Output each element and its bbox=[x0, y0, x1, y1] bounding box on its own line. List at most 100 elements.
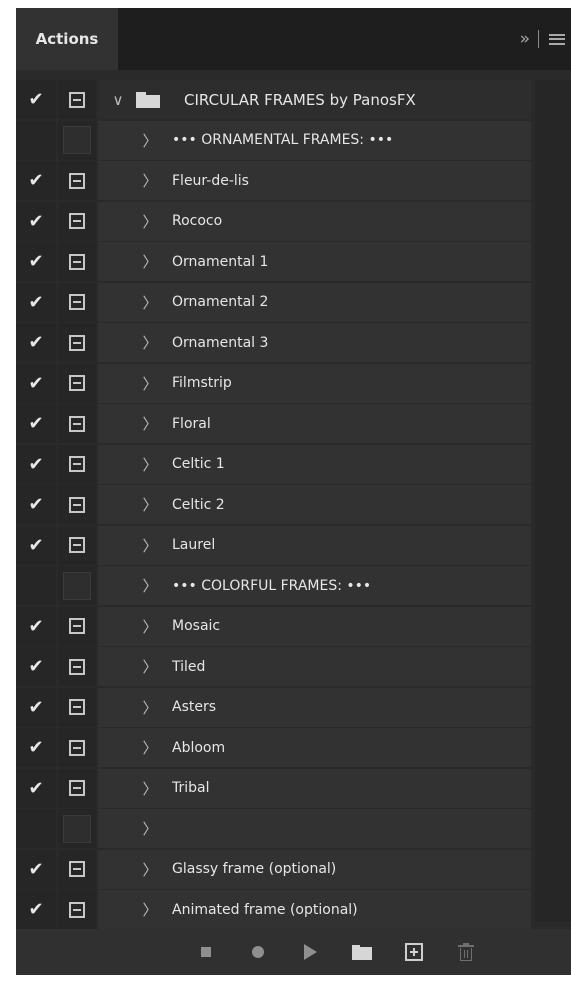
toggle-item-column[interactable]: ✔ bbox=[16, 728, 56, 767]
dialog-toggle-icon[interactable] bbox=[69, 294, 85, 310]
chevron-right-icon[interactable]: 〉 bbox=[140, 607, 160, 646]
checkmark-icon[interactable]: ✔ bbox=[28, 656, 43, 677]
dialog-toggle-icon[interactable] bbox=[69, 456, 85, 472]
chevron-right-icon[interactable]: 〉 bbox=[140, 688, 160, 727]
checkmark-icon[interactable]: ✔ bbox=[28, 373, 43, 394]
action-row[interactable]: ✔ 〉 Ornamental 3 bbox=[16, 323, 531, 364]
chevron-right-icon[interactable]: 〉 bbox=[140, 728, 160, 767]
toggle-dialog-column[interactable] bbox=[58, 282, 96, 322]
empty-dialog-toggle[interactable] bbox=[63, 126, 91, 154]
action-row[interactable]: ✔ 〉 Mosaic bbox=[16, 606, 531, 648]
action-row[interactable]: ✔ 〉 Tiled bbox=[16, 647, 531, 688]
toggle-item-column[interactable]: ✔ bbox=[16, 485, 56, 524]
toggle-item-column[interactable]: ✔ bbox=[16, 687, 56, 727]
toggle-item-column[interactable]: ✔ bbox=[16, 849, 56, 889]
toggle-dialog-column[interactable] bbox=[58, 363, 96, 403]
checkmark-icon[interactable]: ✔ bbox=[28, 494, 43, 515]
dialog-toggle-icon[interactable] bbox=[69, 496, 85, 513]
tab-actions[interactable]: Actions bbox=[16, 8, 118, 70]
action-set-cell[interactable]: ∨ CIRCULAR FRAMES by PanosFX bbox=[98, 80, 531, 119]
toggle-dialog-column[interactable] bbox=[58, 606, 96, 646]
action-cell[interactable]: 〉 Animated frame (optional) bbox=[98, 890, 531, 929]
action-cell[interactable]: 〉 Ornamental 3 bbox=[98, 323, 531, 362]
action-row[interactable]: ✔ 〉 Fleur-de-lis bbox=[16, 161, 531, 202]
action-row[interactable]: ✔ 〉 Floral bbox=[16, 404, 531, 445]
dialog-toggle-icon[interactable] bbox=[69, 861, 85, 877]
toggle-item-column[interactable]: ✔ bbox=[16, 525, 56, 565]
action-row[interactable]: 〉 bbox=[16, 809, 531, 850]
create-new-set-button[interactable] bbox=[350, 940, 374, 964]
toggle-dialog-column[interactable] bbox=[58, 80, 96, 119]
checkmark-icon[interactable]: ✔ bbox=[28, 413, 43, 434]
dialog-toggle-icon[interactable] bbox=[69, 618, 85, 634]
checkmark-icon[interactable]: ✔ bbox=[28, 454, 43, 475]
begin-recording-button[interactable] bbox=[246, 940, 270, 964]
toggle-item-column[interactable]: ✔ bbox=[16, 242, 56, 281]
action-cell[interactable]: 〉 bbox=[98, 809, 531, 848]
toggle-item-column[interactable]: ✔ bbox=[16, 282, 56, 322]
action-row[interactable]: ✔ 〉 Filmstrip bbox=[16, 363, 531, 405]
dialog-toggle-icon[interactable] bbox=[69, 901, 85, 918]
dialog-toggle-icon[interactable] bbox=[69, 91, 85, 108]
action-row[interactable]: ✔ 〉 Glassy frame (optional) bbox=[16, 849, 531, 891]
toggle-dialog-column[interactable] bbox=[58, 647, 96, 686]
toggle-dialog-column[interactable] bbox=[58, 161, 96, 200]
chevron-right-icon[interactable]: 〉 bbox=[140, 485, 160, 524]
empty-dialog-toggle[interactable] bbox=[63, 814, 91, 843]
toggle-item-column[interactable]: ✔ bbox=[16, 768, 56, 808]
checkmark-icon[interactable]: ✔ bbox=[28, 616, 43, 637]
chevron-right-icon[interactable]: 〉 bbox=[140, 526, 160, 565]
action-cell[interactable]: 〉 Abloom bbox=[98, 728, 531, 767]
toggle-dialog-column[interactable] bbox=[58, 768, 96, 808]
chevron-down-icon[interactable]: ∨ bbox=[108, 80, 128, 119]
checkmark-icon[interactable]: ✔ bbox=[28, 89, 43, 110]
dialog-toggle-icon[interactable] bbox=[69, 415, 85, 432]
action-row[interactable]: ✔ 〉 Celtic 1 bbox=[16, 444, 531, 486]
toggle-item-column[interactable]: ✔ bbox=[16, 647, 56, 686]
chevron-right-icon[interactable]: 〉 bbox=[140, 323, 160, 362]
action-cell[interactable]: 〉 Tribal bbox=[98, 768, 531, 808]
action-cell[interactable]: 〉 Filmstrip bbox=[98, 363, 531, 403]
dialog-toggle-icon[interactable] bbox=[69, 780, 85, 796]
action-row[interactable]: 〉 ••• COLORFUL FRAMES: ••• bbox=[16, 566, 531, 607]
chevron-right-icon[interactable]: 〉 bbox=[140, 566, 160, 605]
toggle-item-column[interactable]: ✔ bbox=[16, 323, 56, 362]
toggle-dialog-column[interactable] bbox=[58, 566, 96, 605]
action-row[interactable]: ✔ 〉 Laurel bbox=[16, 525, 531, 567]
action-cell[interactable]: 〉 Floral bbox=[98, 404, 531, 443]
toggle-item-column[interactable]: ✔ bbox=[16, 161, 56, 200]
checkmark-icon[interactable]: ✔ bbox=[28, 778, 43, 799]
checkmark-icon[interactable]: ✔ bbox=[28, 251, 43, 272]
dialog-toggle-icon[interactable] bbox=[69, 253, 85, 270]
action-row[interactable]: ✔ 〉 Ornamental 1 bbox=[16, 242, 531, 283]
chevron-right-icon[interactable]: 〉 bbox=[140, 202, 160, 241]
collapse-panel-icon[interactable]: » bbox=[520, 29, 531, 49]
checkmark-icon[interactable]: ✔ bbox=[28, 211, 43, 232]
toggle-dialog-column[interactable] bbox=[58, 687, 96, 727]
action-cell[interactable]: 〉 Fleur-de-lis bbox=[98, 161, 531, 200]
dialog-toggle-icon[interactable] bbox=[69, 699, 85, 715]
create-new-action-button[interactable] bbox=[402, 940, 426, 964]
toggle-dialog-column[interactable] bbox=[58, 404, 96, 443]
dialog-toggle-icon[interactable] bbox=[69, 213, 85, 229]
toggle-dialog-column[interactable] bbox=[58, 728, 96, 767]
toggle-dialog-column[interactable] bbox=[58, 525, 96, 565]
toggle-dialog-column[interactable] bbox=[58, 201, 96, 241]
dialog-toggle-icon[interactable] bbox=[69, 172, 85, 189]
action-cell[interactable]: 〉 Rococo bbox=[98, 201, 531, 241]
action-cell[interactable]: 〉 Mosaic bbox=[98, 606, 531, 646]
toggle-item-column[interactable]: ✔ bbox=[16, 890, 56, 929]
chevron-right-icon[interactable]: 〉 bbox=[140, 769, 160, 808]
toggle-item-column[interactable] bbox=[16, 120, 56, 160]
chevron-right-icon[interactable]: 〉 bbox=[140, 161, 160, 200]
action-cell[interactable]: 〉 Laurel bbox=[98, 525, 531, 565]
delete-button[interactable] bbox=[454, 940, 478, 964]
action-row[interactable]: 〉 ••• ORNAMENTAL FRAMES: ••• bbox=[16, 120, 531, 162]
checkmark-icon[interactable]: ✔ bbox=[28, 697, 43, 718]
toggle-item-column[interactable]: ✔ bbox=[16, 363, 56, 403]
action-cell[interactable]: 〉 Glassy frame (optional) bbox=[98, 849, 531, 889]
action-cell[interactable]: 〉 Asters bbox=[98, 687, 531, 727]
stop-playing-button[interactable] bbox=[194, 940, 218, 964]
action-cell[interactable]: 〉 ••• COLORFUL FRAMES: ••• bbox=[98, 566, 531, 605]
action-row[interactable]: ✔ 〉 Tribal bbox=[16, 768, 531, 810]
